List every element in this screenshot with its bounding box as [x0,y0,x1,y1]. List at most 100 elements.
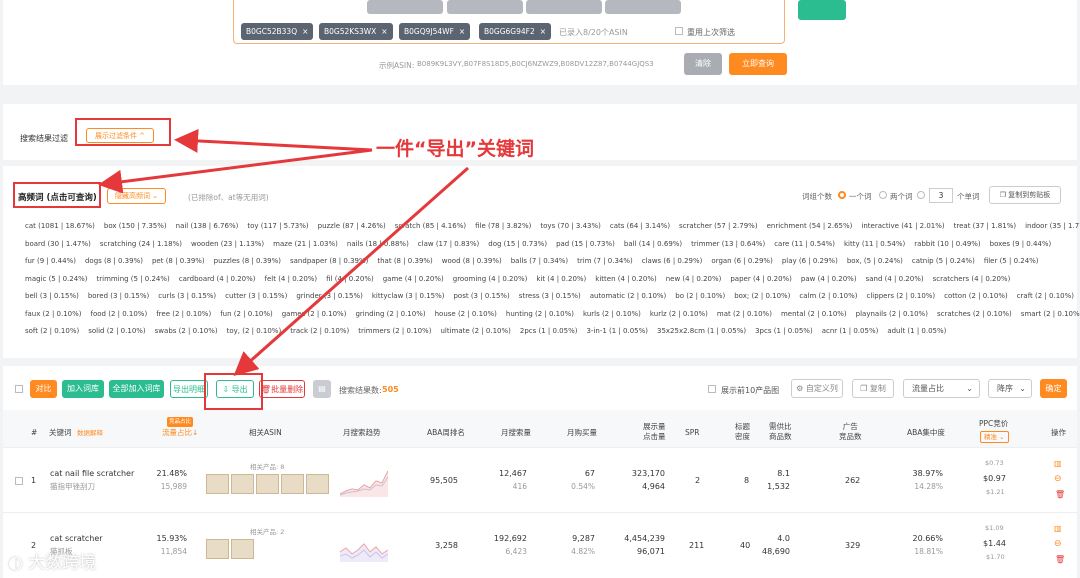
asin-chip[interactable]: B0G52KS3WX × [319,23,393,40]
keyword-tag[interactable]: kurlz (2 | 0.10%) [650,310,708,318]
keyword-tag[interactable]: trimmer (13 | 0.64%) [691,240,765,248]
keyword-tag[interactable]: box (150 | 7.35%) [104,222,167,230]
keyword-tag[interactable]: scratcher (57 | 2.79%) [679,222,758,230]
keyword-tag[interactable]: scratchers (4 | 0.20%) [933,275,1011,283]
keyword-tag[interactable]: free (2 | 0.10%) [156,310,211,318]
keyword-tag[interactable]: acnr (1 | 0.05%) [822,327,879,335]
asin-chip[interactable]: B0GQ9J54WF × [399,23,471,40]
compare-button[interactable]: 对比 [30,380,57,398]
close-icon[interactable]: × [540,27,546,36]
keyword-tag[interactable]: house (2 | 0.10%) [435,310,497,318]
close-icon[interactable]: × [459,27,465,36]
keyword-tag[interactable]: grinder (3 | 0.15%) [296,292,363,300]
word-count-input[interactable]: 3 [929,188,953,203]
keyword-tag[interactable]: kurls (2 | 0.10%) [583,310,641,318]
export-button[interactable]: ⇩ 导出 [216,380,254,398]
keyword-tag[interactable]: track (2 | 0.10%) [290,327,349,335]
keyword-tag[interactable]: scratch (85 | 4.16%) [395,222,466,230]
keyword-tag[interactable]: that (8 | 0.39%) [377,257,432,265]
keyword-tag[interactable]: indoor (35 | 1.71%) [1025,222,1080,230]
col-data-note[interactable]: 数据解释 [77,428,103,438]
keyword-tag[interactable]: balls (7 | 0.34%) [511,257,568,265]
close-icon[interactable]: × [381,27,387,36]
keyword-link[interactable]: cat nail file scratcher [50,469,134,478]
keyword-link[interactable]: cat scratcher [50,534,103,543]
view-toggle-button[interactable]: ▤ [313,380,331,398]
top-right-button[interactable] [798,0,846,20]
top10-checkbox[interactable] [708,385,716,393]
keyword-tag[interactable]: wooden (23 | 1.13%) [191,240,264,248]
col-share[interactable]: 流量占比↓ [162,428,198,438]
keyword-tag[interactable]: kitten (4 | 0.20%) [595,275,656,283]
keyword-tag[interactable]: 3pcs (1 | 0.05%) [755,327,813,335]
keyword-tag[interactable]: pad (15 | 0.73%) [556,240,615,248]
keyword-tag[interactable]: wood (8 | 0.39%) [442,257,502,265]
keyword-tag[interactable]: paw (4 | 0.20%) [801,275,857,283]
keyword-tag[interactable]: cardboard (4 | 0.20%) [179,275,256,283]
copy-clipboard-button[interactable]: ❐ 复制到剪贴板 [989,186,1061,204]
select-all-checkbox[interactable] [15,385,23,393]
radio-one[interactable] [838,191,846,199]
keyword-tag[interactable]: box; (2 | 0.10%) [734,292,790,300]
query-button[interactable]: 立即查询 [729,53,787,75]
batch-delete-button[interactable]: 🗑批量删除 [259,380,305,398]
keyword-tag[interactable]: ball (14 | 0.69%) [624,240,682,248]
keyword-tag[interactable]: care (11 | 0.54%) [774,240,835,248]
keyword-tag[interactable]: file (78 | 3.82%) [475,222,531,230]
keyword-tag[interactable]: box, (5 | 0.24%) [847,257,903,265]
show-filter-button[interactable]: 展示过滤条件 ^ [86,128,154,143]
keyword-tag[interactable]: trim (7 | 0.34%) [577,257,633,265]
keyword-tag[interactable]: mental (2 | 0.10%) [781,310,847,318]
keyword-tag[interactable]: smart (2 | 0.10%) [1021,310,1080,318]
keyword-tag[interactable]: stress (3 | 0.15%) [519,292,581,300]
sort-field-select[interactable]: 流量占比 ⌄ [903,379,980,398]
trend-sparkline[interactable] [340,532,388,562]
keyword-tag[interactable]: puzzles (8 | 0.39%) [214,257,281,265]
keyword-tag[interactable]: food (2 | 0.10%) [91,310,148,318]
product-thumbnail[interactable] [206,539,229,559]
keyword-tag[interactable]: faux (2 | 0.10%) [25,310,82,318]
keyword-tag[interactable]: playnails (2 | 0.10%) [856,310,928,318]
custom-column-button[interactable]: ⚙ 自定义列 [791,379,843,398]
keyword-tag[interactable]: hunting (2 | 0.10%) [506,310,574,318]
keyword-tag[interactable]: bell (3 | 0.15%) [25,292,79,300]
keyword-tag[interactable]: dog (15 | 0.73%) [488,240,547,248]
keyword-tag[interactable]: play (6 | 0.29%) [782,257,838,265]
keyword-tag[interactable]: board (30 | 1.47%) [25,240,91,248]
keyword-tag[interactable]: soft (2 | 0.10%) [25,327,79,335]
keyword-tag[interactable]: boxes (9 | 0.44%) [990,240,1052,248]
keyword-tag[interactable]: cat (1081 | 18.67%) [25,222,95,230]
product-thumbnail[interactable] [231,539,254,559]
table-row[interactable]: 1 cat nail file scratcher 猫指甲锉刮刀 21.48% … [3,449,1077,513]
keyword-tag[interactable]: clippers (2 | 0.10%) [867,292,936,300]
keyword-tag[interactable]: solid (2 | 0.10%) [88,327,145,335]
close-icon[interactable]: × [302,27,308,36]
asin-chip[interactable]: B0GG6G94F2 × [479,23,552,40]
radio-two[interactable] [879,191,887,199]
keyword-tag[interactable]: automatic (2 | 0.10%) [590,292,667,300]
keyword-tag[interactable]: bored (3 | 0.15%) [88,292,149,300]
product-thumbnail[interactable] [231,474,254,494]
product-thumbnail[interactable] [306,474,329,494]
keyword-tag[interactable]: curls (3 | 0.15%) [158,292,216,300]
keyword-tag[interactable]: new (4 | 0.20%) [666,275,722,283]
asin-chip[interactable]: B0GC52B33Q × [241,23,314,40]
keyword-tag[interactable]: claws (6 | 0.29%) [642,257,703,265]
confirm-button[interactable]: 确定 [1040,379,1067,398]
keyword-tag[interactable]: magic (5 | 0.24%) [25,275,88,283]
keyword-tag[interactable]: toy (117 | 5.73%) [247,222,308,230]
keyword-tag[interactable]: pet (8 | 0.39%) [152,257,205,265]
product-thumbnail[interactable] [256,474,279,494]
trend-sparkline[interactable] [340,467,388,497]
keyword-tag[interactable]: grinding (2 | 0.10%) [355,310,425,318]
ppc-select[interactable]: 精准 ⌄ [980,431,1009,443]
keyword-tag[interactable]: dogs (8 | 0.39%) [85,257,143,265]
keyword-tag[interactable]: kitty (11 | 0.54%) [844,240,905,248]
keyword-tag[interactable]: cotton (2 | 0.10%) [944,292,1008,300]
keyword-tag[interactable]: games (2 | 0.10%) [282,310,347,318]
keyword-tag[interactable]: calm (2 | 0.10%) [799,292,857,300]
table-row[interactable]: 2 cat scratcher 猫抓板 15.93% 11,854 相关产品: … [3,514,1077,578]
minus-circle-icon[interactable]: ⊖ [1054,474,1062,484]
keyword-tag[interactable]: catnip (5 | 0.24%) [912,257,975,265]
keyword-tag[interactable]: sand (4 | 0.20%) [866,275,924,283]
